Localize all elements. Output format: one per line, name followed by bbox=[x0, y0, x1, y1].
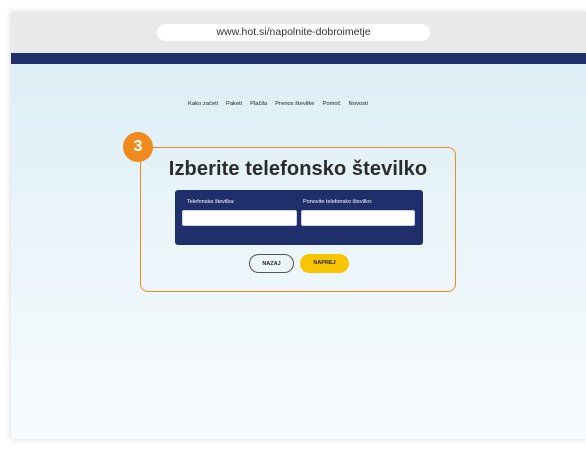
nav-item-novosti[interactable]: Novosti bbox=[349, 101, 368, 107]
repeat-phone-input[interactable] bbox=[301, 210, 415, 226]
nav-item-kako-zaceti[interactable]: Kako začeti bbox=[188, 101, 218, 107]
next-button[interactable]: NAPREJ bbox=[300, 254, 349, 273]
phone-input[interactable] bbox=[182, 210, 297, 226]
nav-item-paketi[interactable]: Paketi bbox=[226, 101, 242, 107]
repeat-phone-label: Ponovite telefonsko številko: bbox=[303, 199, 373, 205]
phone-label: Telefonska številka: bbox=[187, 199, 235, 205]
nav-item-pomoc[interactable]: Pomoč bbox=[322, 101, 340, 107]
nav-item-prenos-stevilke[interactable]: Prenos številke bbox=[275, 101, 314, 107]
page-content: Kako začeti Paketi Plačila Prenos števil… bbox=[11, 64, 586, 439]
nav-item-placila[interactable]: Plačila bbox=[250, 101, 267, 107]
main-nav: Kako začeti Paketi Plačila Prenos števil… bbox=[188, 101, 368, 107]
browser-window: www.hot.si/napolnite-dobroimetje Kako za… bbox=[11, 12, 586, 439]
address-bar[interactable]: www.hot.si/napolnite-dobroimetje bbox=[157, 24, 430, 41]
phone-form-panel: Telefonska številka: Ponovite telefonsko… bbox=[175, 190, 423, 245]
step-title: Izberite telefonsko številko bbox=[168, 158, 428, 180]
header-stripe bbox=[11, 53, 586, 64]
step-number-badge: 3 bbox=[123, 132, 153, 162]
back-button[interactable]: NAZAJ bbox=[249, 254, 294, 273]
step-card: Izberite telefonsko številko Telefonska … bbox=[140, 147, 456, 292]
